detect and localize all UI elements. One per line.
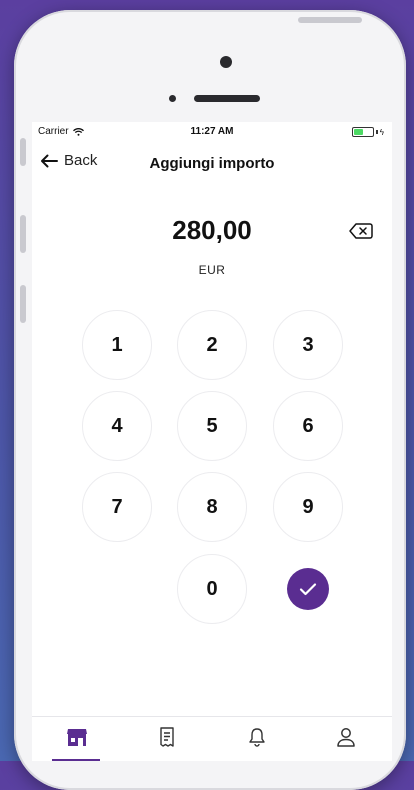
store-icon — [67, 729, 87, 746]
volume-up-button — [20, 215, 26, 253]
battery-fill — [353, 129, 363, 135]
key-2[interactable]: 2 — [177, 310, 247, 380]
tab-store[interactable] — [55, 727, 99, 757]
key-7[interactable]: 7 — [82, 472, 152, 542]
bell-icon — [249, 728, 265, 747]
key-1[interactable]: 1 — [82, 310, 152, 380]
amount-display: 280,00 — [172, 215, 252, 245]
page-title: Aggiungi importo — [149, 155, 275, 172]
tab-notifications[interactable] — [235, 727, 279, 757]
tab-bar — [32, 716, 392, 761]
key-5[interactable]: 5 — [177, 391, 247, 461]
battery-tip — [375, 130, 378, 134]
battery-icon — [351, 127, 374, 137]
power-button — [298, 17, 362, 23]
tab-profile[interactable] — [324, 727, 368, 757]
key-3[interactable]: 3 — [273, 310, 343, 380]
earpiece-speaker — [194, 95, 260, 102]
status-time: 11:27 AM — [190, 126, 234, 137]
front-camera — [220, 56, 232, 68]
proximity-sensor — [169, 95, 176, 102]
currency-label: EUR — [198, 263, 226, 277]
receipt-icon — [160, 727, 174, 747]
navigation-bar: Back Aggiungi importo — [32, 146, 392, 182]
backspace-icon[interactable] — [349, 222, 373, 240]
key-6[interactable]: 6 — [273, 391, 343, 461]
charging-icon: ϟ — [379, 127, 384, 137]
key-8[interactable]: 8 — [177, 472, 247, 542]
status-bar: Carrier 11:27 AM ϟ — [32, 122, 392, 140]
key-9[interactable]: 9 — [273, 472, 343, 542]
mute-switch — [20, 138, 26, 166]
volume-down-button — [20, 285, 26, 323]
key-0[interactable]: 0 — [177, 554, 247, 624]
confirm-button[interactable] — [287, 568, 329, 610]
tab-receipts[interactable] — [145, 727, 189, 757]
app-screen: Carrier 11:27 AM ϟ Back Aggiungi importo… — [32, 122, 392, 761]
checkmark-icon — [299, 583, 317, 596]
user-icon — [337, 728, 355, 747]
key-4[interactable]: 4 — [82, 391, 152, 461]
battery-indicator: ϟ — [351, 127, 384, 137]
